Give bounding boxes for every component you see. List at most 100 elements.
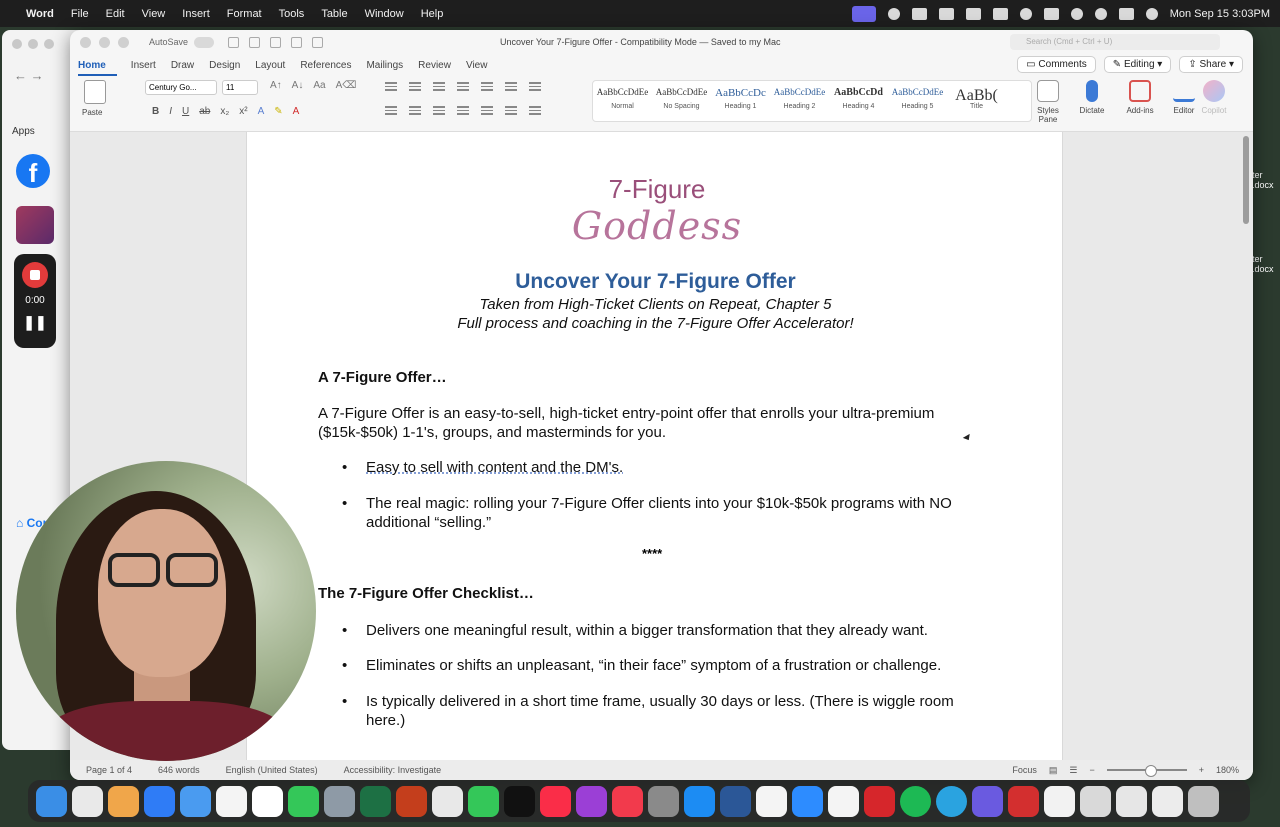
- paragraph[interactable]: A 7-Figure Offer is an easy-to-sell, hig…: [318, 404, 998, 442]
- list-item[interactable]: Delivers one meaningful result, within a…: [342, 621, 992, 640]
- app-store-icon[interactable]: [684, 785, 715, 817]
- strikethrough-button[interactable]: ab: [199, 106, 210, 117]
- style-heading-1[interactable]: AaBbCcDc Heading 1: [711, 81, 770, 121]
- zoom-out-button[interactable]: −: [1089, 765, 1094, 775]
- zoom-button[interactable]: [118, 36, 129, 48]
- shrink-font-icon[interactable]: A↓: [292, 80, 304, 91]
- wifi-icon[interactable]: [1070, 7, 1083, 20]
- page-count[interactable]: Page 1 of 4: [86, 765, 132, 775]
- home-icon[interactable]: [228, 36, 240, 48]
- preview-icon[interactable]: [324, 785, 355, 817]
- system-settings-icon[interactable]: [648, 785, 679, 817]
- font-size-select[interactable]: 11: [222, 80, 258, 95]
- editing-mode-button[interactable]: ✎ Editing ▾: [1103, 56, 1172, 73]
- menu-format[interactable]: Format: [227, 8, 262, 20]
- podcasts-icon[interactable]: [576, 785, 607, 817]
- menu-window[interactable]: Window: [365, 8, 404, 20]
- zoom-button[interactable]: [44, 39, 54, 49]
- decrease-indent-icon[interactable]: [457, 82, 469, 91]
- add-ins-button[interactable]: Add-ins: [1120, 80, 1160, 115]
- photos-icon[interactable]: [108, 785, 139, 817]
- search-input[interactable]: Search (Cmd + Ctrl + U): [1010, 34, 1220, 50]
- menu-app-word[interactable]: Word: [26, 8, 54, 20]
- downloads-stack-icon[interactable]: [1080, 785, 1111, 817]
- close-button[interactable]: [12, 39, 22, 49]
- word-icon[interactable]: [720, 785, 751, 817]
- pause-recording-button[interactable]: ❚❚: [14, 314, 56, 331]
- italic-button[interactable]: I: [169, 106, 172, 117]
- justify-icon[interactable]: [457, 106, 469, 115]
- align-center-icon[interactable]: [409, 106, 421, 115]
- numbering-icon[interactable]: [409, 82, 421, 91]
- stop-recording-button[interactable]: [22, 262, 48, 288]
- siri-icon[interactable]: [1145, 7, 1158, 20]
- zoom-level[interactable]: 180%: [1216, 765, 1239, 775]
- mail-icon[interactable]: [180, 785, 211, 817]
- accessibility-status[interactable]: Accessibility: Investigate: [344, 765, 442, 775]
- telegram-icon[interactable]: [936, 785, 967, 817]
- style-title[interactable]: AaBb( Title: [947, 81, 1006, 121]
- style-heading-4[interactable]: AaBbCcDd Heading 4: [829, 81, 888, 121]
- sort-icon[interactable]: [505, 82, 517, 91]
- menu-table[interactable]: Table: [321, 8, 347, 20]
- bullets-icon[interactable]: [385, 82, 397, 91]
- notes-icon[interactable]: [216, 785, 247, 817]
- music-icon[interactable]: [540, 785, 571, 817]
- style-normal[interactable]: AaBbCcDdEe Normal: [593, 81, 652, 121]
- tab-home[interactable]: Home: [78, 60, 117, 76]
- extension-icon[interactable]: [938, 7, 954, 20]
- post-thumbnail[interactable]: [16, 206, 54, 244]
- menu-tools[interactable]: Tools: [279, 8, 305, 20]
- redo-icon[interactable]: [291, 36, 303, 48]
- menu-view[interactable]: View: [142, 8, 166, 20]
- excel-icon[interactable]: [360, 785, 391, 817]
- tab-review[interactable]: Review: [418, 60, 462, 76]
- battery-icon[interactable]: [1043, 7, 1059, 20]
- text-effects-icon[interactable]: A: [258, 106, 265, 117]
- subscript-button[interactable]: x₂: [220, 106, 229, 117]
- menu-help[interactable]: Help: [421, 8, 444, 20]
- print-icon[interactable]: [312, 36, 324, 48]
- tab-draw[interactable]: Draw: [171, 60, 205, 76]
- show-formatting-icon[interactable]: [529, 82, 541, 91]
- screen-record-icon[interactable]: [851, 5, 876, 22]
- styles-pane-button[interactable]: Styles Pane: [1028, 80, 1068, 124]
- desktop-file-label[interactable]: ter .docx: [1252, 170, 1280, 190]
- list-item[interactable]: Is typically delivered in a short time f…: [342, 692, 992, 730]
- messages-icon[interactable]: [468, 785, 499, 817]
- print-layout-icon[interactable]: ▤: [1049, 765, 1058, 776]
- minimize-button[interactable]: [99, 36, 110, 48]
- apps-bookmark[interactable]: Apps: [12, 126, 35, 137]
- facetime-icon[interactable]: [288, 785, 319, 817]
- document-stack-icon[interactable]: [1044, 785, 1075, 817]
- tab-references[interactable]: References: [300, 60, 362, 76]
- tab-view[interactable]: View: [466, 60, 499, 76]
- highlight-icon[interactable]: ✎: [274, 106, 282, 117]
- grow-font-icon[interactable]: A↑: [270, 80, 282, 91]
- close-button[interactable]: [80, 36, 91, 48]
- style-no-spacing[interactable]: AaBbCcDdEe No Spacing: [652, 81, 711, 121]
- share-button[interactable]: ⇪ Share ▾: [1179, 56, 1243, 73]
- play-icon[interactable]: [1019, 7, 1032, 20]
- zoom-status-icon[interactable]: [887, 7, 900, 20]
- multilevel-list-icon[interactable]: [433, 82, 445, 91]
- perplexity-icon[interactable]: [972, 785, 1003, 817]
- spotify-icon[interactable]: [900, 785, 931, 817]
- document-subtitle[interactable]: Taken from High-Ticket Clients on Repeat…: [287, 296, 1024, 313]
- align-left-icon[interactable]: [385, 106, 397, 115]
- acrobat-icon[interactable]: [1008, 785, 1039, 817]
- cloud-icon[interactable]: [911, 7, 927, 20]
- webcam-overlay[interactable]: [16, 461, 316, 761]
- font-color-icon[interactable]: A: [293, 106, 300, 117]
- save-icon[interactable]: [249, 36, 261, 48]
- style-heading-5[interactable]: AaBbCcDdEe Heading 5: [888, 81, 947, 121]
- vertical-scrollbar[interactable]: [1243, 136, 1249, 224]
- copilot-button[interactable]: Copilot: [1194, 80, 1234, 115]
- browser-nav-arrows[interactable]: ← →: [14, 68, 44, 83]
- menu-insert[interactable]: Insert: [182, 8, 210, 20]
- bold-button[interactable]: B: [152, 106, 159, 117]
- section-heading[interactable]: The 7-Figure Offer Checklist…: [318, 585, 534, 602]
- spotlight-search-icon[interactable]: [1094, 7, 1107, 20]
- tab-insert[interactable]: Insert: [131, 60, 167, 76]
- pages-icon[interactable]: [828, 785, 859, 817]
